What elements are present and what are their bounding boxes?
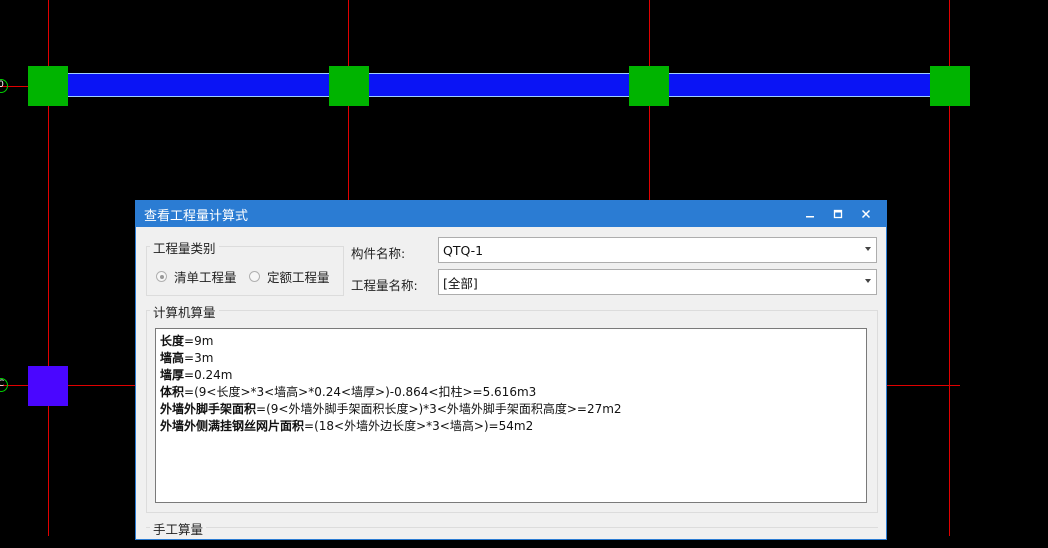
quantity-name-label: 工程量名称: [351, 278, 418, 293]
formula-name: 墙高 [160, 351, 185, 365]
formula-line: 墙厚=0.24m [160, 367, 862, 384]
formula-name: 长度 [160, 334, 185, 348]
formula-line: 体积=(9<长度>*3<墙高>*0.24<墙厚>)-0.864<扣柱>=5.61… [160, 384, 862, 401]
quantity-name-select[interactable]: [全部] [438, 269, 877, 295]
maximize-button[interactable] [824, 201, 852, 227]
formula-name: 体积 [160, 385, 185, 399]
maximize-icon [833, 209, 843, 219]
column-element[interactable] [28, 366, 68, 406]
radio-unchecked-icon [249, 271, 260, 282]
formula-name: 外墙外脚手架面积 [160, 402, 257, 416]
close-icon [861, 209, 871, 219]
radio-checked-icon [156, 271, 167, 282]
radio-label: 清单工程量 [174, 270, 237, 285]
manual-calc-group-title: 手工算量 [150, 519, 207, 538]
radio-label: 定额工程量 [267, 270, 330, 285]
formula-expr: =3m [184, 351, 214, 365]
quantity-type-group-title: 工程量类别 [150, 238, 219, 257]
radio-quota-quantity[interactable]: 定额工程量 [249, 267, 330, 286]
formula-expr: =0.24m [184, 368, 233, 382]
wall-element[interactable] [48, 73, 950, 97]
formula-name: 外墙外侧满挂钢丝网片面积 [160, 419, 305, 433]
formula-line: 长度=9m [160, 333, 862, 350]
component-name-value: QTQ-1 [443, 242, 484, 258]
axis-label: C [0, 379, 5, 389]
chevron-down-icon [865, 279, 871, 283]
minimize-button[interactable] [796, 201, 824, 227]
formula-textarea[interactable]: 长度=9m 墙高=3m 墙厚=0.24m 体积=(9<长度>*3<墙高>*0.2… [155, 328, 867, 503]
column-element[interactable] [629, 66, 669, 106]
component-name-select[interactable]: QTQ-1 [438, 237, 877, 263]
formula-expr: =(18<外墙外边长度>*3<墙高>)=54m2 [304, 419, 534, 433]
formula-expr: =(9<长度>*3<墙高>*0.24<墙厚>)-0.864<扣柱>=5.616m… [184, 385, 537, 399]
axis-bubble: 0 [0, 79, 8, 93]
chevron-down-icon [865, 247, 871, 251]
quantity-formula-dialog: 查看工程量计算式 工程量类别 清单工程量 定额工程量 构件名称: QTQ-1 工… [135, 200, 887, 540]
axis-bubble: C [0, 378, 8, 392]
formula-expr: =9m [184, 334, 214, 348]
manual-calc-group [146, 527, 878, 548]
dialog-titlebar[interactable]: 查看工程量计算式 [136, 201, 886, 227]
minimize-icon [806, 216, 814, 218]
formula-expr: =(9<外墙外脚手架面积长度>)*3<外墙外脚手架面积高度>=27m2 [256, 402, 622, 416]
quantity-name-value: [全部] [443, 275, 478, 291]
formula-line: 外墙外侧满挂钢丝网片面积=(18<外墙外边长度>*3<墙高>)=54m2 [160, 418, 862, 435]
formula-line: 墙高=3m [160, 350, 862, 367]
formula-name: 墙厚 [160, 368, 185, 382]
axis-label: 0 [0, 80, 4, 90]
column-element[interactable] [329, 66, 369, 106]
component-name-label: 构件名称: [351, 246, 406, 261]
column-element[interactable] [28, 66, 68, 106]
computer-calc-group-title: 计算机算量 [150, 302, 219, 321]
radio-bill-quantity[interactable]: 清单工程量 [156, 267, 237, 286]
column-element[interactable] [930, 66, 970, 106]
close-button[interactable] [852, 201, 880, 227]
dialog-title: 查看工程量计算式 [144, 208, 249, 224]
formula-line: 外墙外脚手架面积=(9<外墙外脚手架面积长度>)*3<外墙外脚手架面积高度>=2… [160, 401, 862, 418]
